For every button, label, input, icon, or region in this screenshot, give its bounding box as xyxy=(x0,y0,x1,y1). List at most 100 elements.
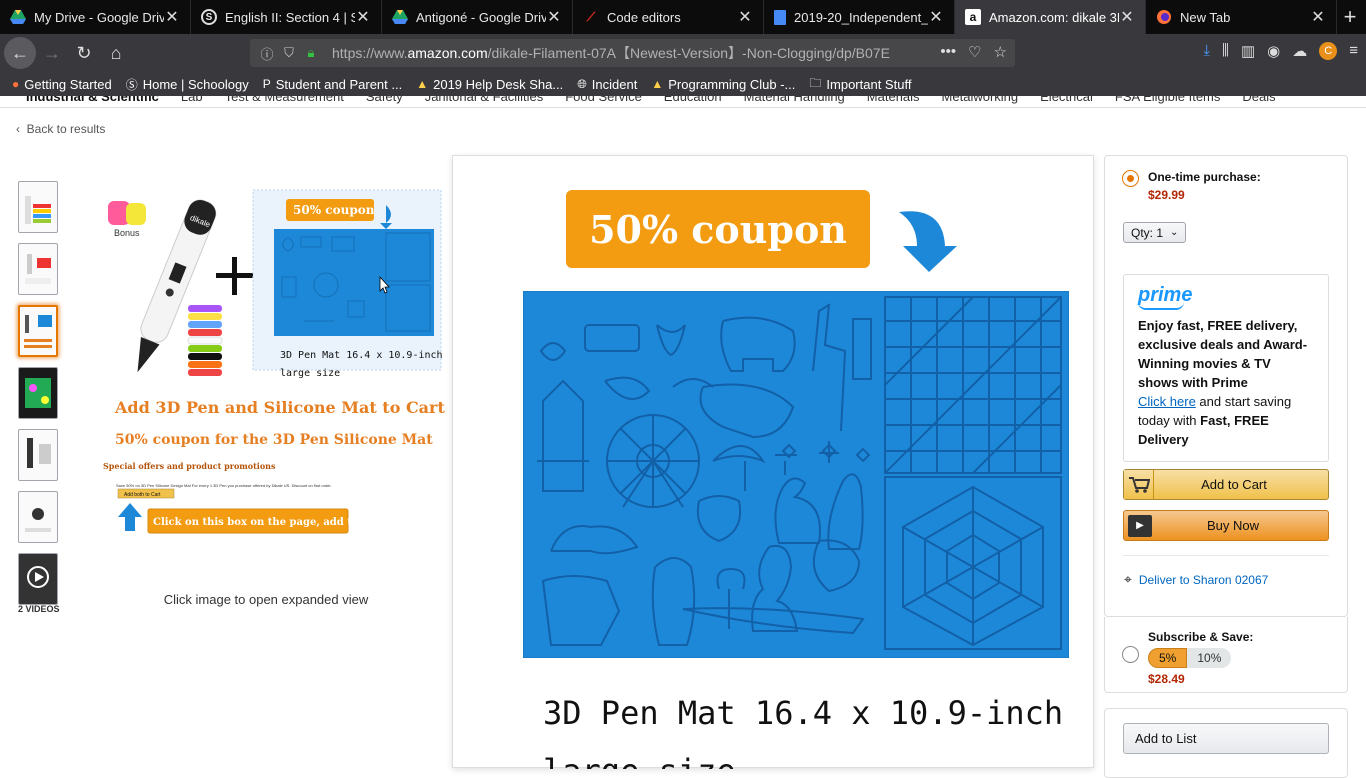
category-link[interactable]: Metalworking xyxy=(942,96,1019,104)
add-to-cart-button[interactable]: Add to Cart xyxy=(1123,469,1329,500)
promo-add-both: Add both to Cart xyxy=(124,492,161,498)
coupon-heading: 50% coupon for the 3D Pen Silicone Mat xyxy=(115,432,433,448)
thumbnail-image[interactable] xyxy=(18,243,58,295)
category-link[interactable]: Education xyxy=(664,96,722,104)
tab-title: Amazon.com: dikale 3D P xyxy=(989,9,1119,25)
cart-icon xyxy=(1124,470,1154,499)
tab-english[interactable]: S English II: Section 4 | Sch ✕ xyxy=(191,0,382,34)
tab-title: Antigoné - Google Drive xyxy=(416,9,546,25)
category-nav: Industrial & Scientific Lab Test & Measu… xyxy=(0,96,1366,108)
new-tab-button[interactable]: + xyxy=(1334,0,1366,34)
deliver-to-link[interactable]: ⌖ Deliver to Sharon 02067 xyxy=(1124,571,1268,588)
category-link[interactable]: Electrical xyxy=(1040,96,1093,104)
one-time-purchase-radio[interactable] xyxy=(1122,170,1139,187)
address-bar[interactable]: ⓘ ⛉ 🔒︎ https://www.amazon.com/dikale-Fil… xyxy=(250,39,1015,67)
subscribe-price: $28.49 xyxy=(1148,672,1185,686)
library-icon[interactable]: ⫼ xyxy=(1222,42,1229,60)
videos-label[interactable]: 2 VIDEOS xyxy=(18,604,60,614)
tab-antigone[interactable]: Antigoné - Google Drive ✕ xyxy=(382,0,573,34)
discount-10-pill[interactable]: 10% xyxy=(1187,648,1232,668)
tab-independent[interactable]: 2019-20_Independent_R ✕ xyxy=(764,0,955,34)
bookmark-programming-club[interactable]: ▲ Programming Club -... xyxy=(651,77,795,92)
play-icon: ▶ xyxy=(1128,514,1152,537)
close-icon[interactable]: ✕ xyxy=(737,7,753,27)
category-link[interactable]: Deals xyxy=(1242,96,1275,104)
thumbnail-image[interactable] xyxy=(18,429,58,481)
category-link[interactable]: Test & Measurement xyxy=(225,96,344,104)
tab-code-editors[interactable]: ⟋ Code editors ✕ xyxy=(573,0,764,34)
close-icon[interactable]: ✕ xyxy=(1310,7,1326,27)
sidebar-icon[interactable]: ▥ xyxy=(1241,42,1255,60)
info-icon[interactable]: ⓘ xyxy=(258,44,276,63)
one-time-price: $29.99 xyxy=(1148,188,1185,202)
tab-amazon[interactable]: a Amazon.com: dikale 3D P ✕ xyxy=(955,0,1146,34)
bookmark-schoology[interactable]: Ⓢ Home | Schoology xyxy=(126,76,249,93)
tracking-shield-icon[interactable]: ⛉ xyxy=(280,45,298,61)
tab-title: 2019-20_Independent_R xyxy=(794,9,928,25)
bookmark-important-stuff[interactable]: 🗀 Important Stuff xyxy=(809,74,911,95)
thumbnail-image[interactable] xyxy=(18,367,58,419)
bookmark-incident[interactable]: 🌐︎ Incident xyxy=(577,77,637,92)
category-link[interactable]: Food Service xyxy=(565,96,642,104)
main-product-image[interactable]: Bonus dikale 50% coupon 3D Pen Mat 16.4 … xyxy=(96,181,446,541)
discount-5-pill[interactable]: 5% xyxy=(1148,648,1188,668)
folder-icon: 🗀 xyxy=(809,75,822,90)
firefox-icon: ● xyxy=(12,77,20,91)
tab-my-drive[interactable]: My Drive - Google Drive ✕ xyxy=(0,0,191,34)
close-icon[interactable]: ✕ xyxy=(355,7,371,27)
profile-avatar[interactable]: C xyxy=(1319,42,1338,60)
extension-icon[interactable]: ☁ xyxy=(1292,42,1307,60)
url-text[interactable]: https://www.amazon.com/dikale-Filament-0… xyxy=(332,43,902,63)
firefox-icon xyxy=(1156,9,1172,25)
close-icon[interactable]: ✕ xyxy=(164,7,180,27)
bookmark-student-parent[interactable]: P Student and Parent ... xyxy=(263,77,403,92)
prime-headline: Enjoy fast, FREE delivery, exclusive dea… xyxy=(1138,318,1308,390)
thumbnail-image[interactable] xyxy=(18,181,58,233)
image-thumbnails xyxy=(18,181,58,615)
prime-body: Click here and start saving today with F… xyxy=(1138,394,1292,447)
account-icon[interactable]: ◉ xyxy=(1267,42,1280,60)
category-link[interactable]: Janitorial & Facilities xyxy=(425,96,544,104)
thumb-mat-caption: 3D Pen Mat 16.4 x 10.9-inch xyxy=(280,350,443,361)
tab-title: Code editors xyxy=(607,9,681,25)
bookmark-star-icon[interactable]: ☆ xyxy=(994,43,1007,61)
page-actions-icon[interactable]: ••• xyxy=(940,43,956,61)
divider xyxy=(1123,555,1329,556)
buy-now-button[interactable]: ▶ Buy Now xyxy=(1123,510,1329,541)
bookmark-getting-started[interactable]: ● Getting Started xyxy=(12,77,112,92)
close-icon[interactable]: ✕ xyxy=(546,7,562,27)
silicone-mat-image xyxy=(523,291,1069,658)
close-icon[interactable]: ✕ xyxy=(1119,7,1135,27)
category-link[interactable]: Safety xyxy=(366,96,403,104)
forward-arrow-icon[interactable]: → xyxy=(36,37,68,69)
subscribe-save-option[interactable]: Subscribe & Save: 5% 10% $28.49 xyxy=(1122,630,1253,686)
category-link[interactable]: Material Handling xyxy=(744,96,845,104)
close-icon[interactable]: ✕ xyxy=(928,7,944,27)
category-link[interactable]: FSA Eligible Items xyxy=(1115,96,1221,104)
back-to-results-link[interactable]: ‹ Back to results xyxy=(16,122,105,136)
category-link[interactable]: Industrial & Scientific xyxy=(26,96,159,104)
subscribe-save-radio[interactable] xyxy=(1122,646,1139,663)
pocket-icon[interactable]: ♡ xyxy=(968,43,981,61)
bonus-label: Bonus xyxy=(114,228,140,238)
add-to-list-button[interactable]: Add to List xyxy=(1123,723,1329,754)
one-time-purchase-option[interactable]: One-time purchase: $29.99 xyxy=(1122,170,1261,202)
thumbnail-image-selected[interactable] xyxy=(18,305,58,357)
home-icon[interactable]: ⌂ xyxy=(100,37,132,69)
reload-icon[interactable]: ↻ xyxy=(68,37,100,69)
powerschool-icon: P xyxy=(262,77,271,91)
tab-title: New Tab xyxy=(1180,9,1231,25)
bookmark-help-desk[interactable]: ▲ 2019 Help Desk Sha... xyxy=(416,77,563,92)
bookmarks-bar: ● Getting Started Ⓢ Home | Schoology P Stud… xyxy=(0,72,1366,96)
video-thumbnail[interactable] xyxy=(18,553,58,605)
category-link[interactable]: Lab xyxy=(181,96,203,104)
tab-title: English II: Section 4 | Sch xyxy=(225,9,355,25)
menu-icon[interactable]: ≡ xyxy=(1349,42,1358,60)
prime-click-here-link[interactable]: Click here xyxy=(1138,394,1196,409)
category-link[interactable]: Materials xyxy=(867,96,920,104)
thumbnail-image[interactable] xyxy=(18,491,58,543)
download-icon[interactable]: ⤓ xyxy=(1203,42,1210,60)
tab-new-tab[interactable]: New Tab ✕ xyxy=(1146,0,1337,34)
quantity-select[interactable]: Qty: 1 ⌄ xyxy=(1123,222,1186,243)
back-arrow-icon[interactable]: ← xyxy=(4,37,36,69)
